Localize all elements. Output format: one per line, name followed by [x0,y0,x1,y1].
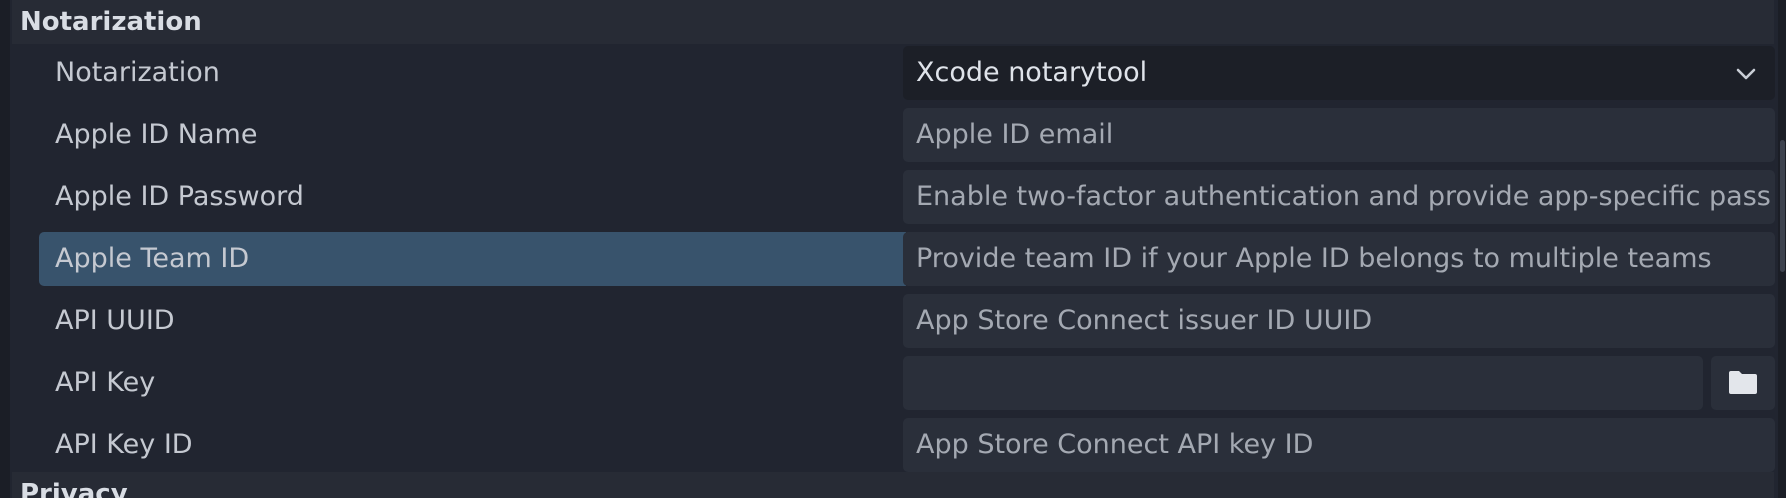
apple-id-password-label: Apple ID Password [55,181,304,212]
api-uuid-label: API UUID [55,305,175,336]
apple-team-id-input[interactable]: Provide team ID if your Apple ID belongs… [903,232,1775,286]
apple-id-name-label: Apple ID Name [55,119,258,150]
api-key-path-input[interactable] [903,356,1703,410]
apple-team-id-label: Apple Team ID [55,243,250,274]
browse-api-key-button[interactable] [1711,356,1775,410]
row-label-background [39,356,906,410]
row-api-uuid: API UUID App Store Connect issuer ID UUI… [12,290,1775,352]
chevron-down-icon [1736,68,1756,80]
apple-id-name-input[interactable]: Apple ID email [903,108,1775,162]
notarization-label: Notarization [55,57,220,88]
api-key-id-input[interactable]: App Store Connect API key ID [903,418,1775,472]
api-key-id-label: API Key ID [55,429,193,460]
section-header-privacy[interactable]: Privacy [12,472,1774,498]
panel-edge [0,0,10,498]
row-notarization: Notarization Xcode notarytool [12,42,1775,104]
row-api-key-id: API Key ID App Store Connect API key ID [12,414,1775,476]
export-options-panel: Notarization Notarization Xcode notaryto… [0,0,1786,498]
row-apple-id-name: Apple ID Name Apple ID email [12,104,1775,166]
row-apple-id-password: Apple ID Password Enable two-factor auth… [12,166,1775,228]
scrollbar-thumb[interactable] [1780,140,1785,272]
notarization-select[interactable]: Xcode notarytool [903,46,1775,100]
notarization-selected-value: Xcode notarytool [916,57,1148,88]
api-uuid-input[interactable]: App Store Connect issuer ID UUID [903,294,1775,348]
apple-id-password-input[interactable]: Enable two-factor authentication and pro… [903,170,1775,224]
section-header-notarization[interactable]: Notarization [12,0,1774,44]
row-api-key: API Key [12,352,1775,414]
row-apple-team-id: Apple Team ID Provide team ID if your Ap… [12,228,1775,290]
api-key-label: API Key [55,367,156,398]
folder-icon [1729,371,1757,394]
